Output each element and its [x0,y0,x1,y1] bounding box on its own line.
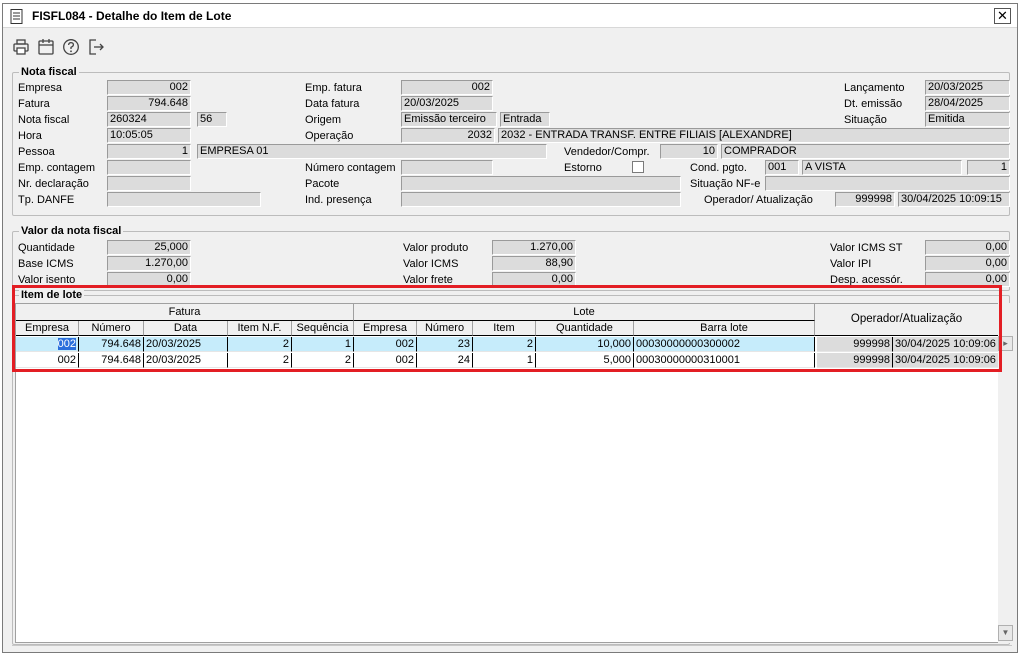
situacao-label: Situação [844,114,887,126]
fatura-field[interactable]: 794.648 [107,96,191,111]
valor-icms-label: Valor ICMS [403,258,459,270]
highlight-box [12,285,1002,372]
printer-icon[interactable] [12,38,30,56]
operador-label: Operador/ Atualização [704,194,813,206]
calendar-icon[interactable] [37,38,55,56]
operador-data-field[interactable]: 30/04/2025 10:09:15 [898,192,1010,207]
exit-icon[interactable] [87,38,105,56]
vendedor-codigo-field[interactable]: 10 [660,144,718,159]
base-icms-field[interactable]: 1.270,00 [107,256,191,271]
origem-label: Origem [305,114,342,126]
nr-declaracao-label: Nr. declaração [18,178,89,190]
nota-fiscal-label: Nota fiscal [18,114,70,126]
bottom-separator [12,645,1012,649]
valor-icms-st-label: Valor ICMS ST [830,242,903,254]
emp-fatura-field[interactable]: 002 [401,80,493,95]
cond-pgto-label: Cond. pgto. [690,162,747,174]
operacao-label: Operação [305,130,354,142]
estorno-label: Estorno [564,162,602,174]
numero-contagem-field[interactable] [401,160,493,175]
dt-emissao-label: Dt. emissão [844,98,903,110]
situacao-nfe-label: Situação NF-e [690,178,761,190]
lancamento-label: Lançamento [844,82,905,94]
tp-danfe-label: Tp. DANFE [18,194,75,206]
empresa-field[interactable]: 002 [107,80,191,95]
quantidade-label: Quantidade [18,242,75,254]
pessoa-label: Pessoa [18,146,55,158]
window-title: FISFL084 - Detalhe do Item de Lote [32,9,232,23]
pessoa-codigo-field[interactable]: 1 [107,144,191,159]
emp-fatura-label: Emp. fatura [305,82,362,94]
numero-contagem-label: Número contagem [305,162,396,174]
dt-emissao-field[interactable]: 28/04/2025 [925,96,1010,111]
detail-window: FISFL084 - Detalhe do Item de Lote ✕ Not… [2,3,1018,653]
operacao-descricao-field[interactable]: 2032 - ENTRADA TRANSF. ENTRE FILIAIS [AL… [498,128,1010,143]
origem-field[interactable]: Emissão terceiro [401,112,497,127]
nota-fiscal-field[interactable]: 260324 [107,112,191,127]
vendedor-nome-field[interactable]: COMPRADOR [721,144,1010,159]
toolbar [3,29,1017,61]
valor-produto-label: Valor produto [403,242,469,254]
valor-ipi-field[interactable]: 0,00 [925,256,1010,271]
data-fatura-label: Data fatura [305,98,360,110]
valor-icms-field[interactable]: 88,90 [492,256,576,271]
emp-contagem-field[interactable] [107,160,191,175]
close-button[interactable]: ✕ [994,8,1011,24]
nota-fiscal-legend: Nota fiscal [19,65,79,79]
scroll-down-icon[interactable]: ▼ [998,625,1013,641]
hora-field[interactable]: 10:05:05 [107,128,191,143]
emp-contagem-label: Emp. contagem [18,162,96,174]
operacao-codigo-field[interactable]: 2032 [401,128,495,143]
empresa-label: Empresa [18,82,63,94]
help-icon[interactable] [62,38,80,56]
document-icon [10,9,23,24]
pacote-label: Pacote [305,178,340,190]
pacote-field[interactable] [401,176,681,191]
origem-tipo-field[interactable]: Entrada [500,112,550,127]
valor-ipi-label: Valor IPI [830,258,872,270]
base-icms-label: Base ICMS [18,258,74,270]
serie-field[interactable]: 56 [197,112,227,127]
lancamento-field[interactable]: 20/03/2025 [925,80,1010,95]
title-bar: FISFL084 - Detalhe do Item de Lote ✕ [3,4,1017,28]
situacao-field[interactable]: Emitida [925,112,1010,127]
nr-declaracao-field[interactable] [107,176,191,191]
situacao-nfe-field[interactable] [765,176,1010,191]
tp-danfe-field[interactable] [107,192,261,207]
valor-produto-field[interactable]: 1.270,00 [492,240,576,255]
cond-pgto-codigo-field[interactable]: 001 [765,160,799,175]
estorno-checkbox[interactable] [632,161,644,173]
quantidade-field[interactable]: 25,000 [107,240,191,255]
cond-pgto-nome-field[interactable]: A VISTA [802,160,962,175]
operador-codigo-field[interactable]: 999998 [835,192,895,207]
pessoa-nome-field[interactable]: EMPRESA 01 [197,144,547,159]
fatura-label: Fatura [18,98,50,110]
ind-presenca-field[interactable] [401,192,681,207]
hora-label: Hora [18,130,42,142]
valor-icms-st-field[interactable]: 0,00 [925,240,1010,255]
ind-presenca-label: Ind. presença [305,194,372,206]
vendedor-label: Vendedor/Compr. [564,146,650,158]
data-fatura-field[interactable]: 20/03/2025 [401,96,493,111]
valor-nota-legend: Valor da nota fiscal [19,224,124,238]
cond-pgto-parcelas-field[interactable]: 1 [967,160,1010,175]
